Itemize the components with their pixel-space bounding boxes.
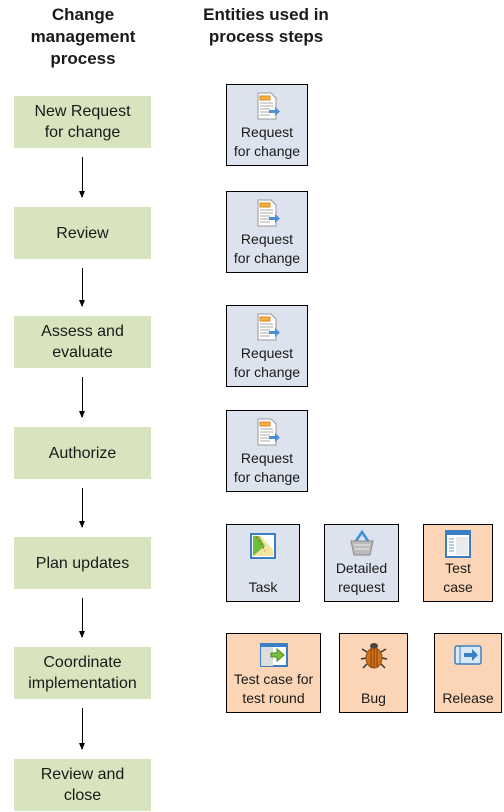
entity-label: test round bbox=[242, 690, 305, 706]
process-column-header: Change management process bbox=[0, 4, 166, 70]
process-step-label: Plan updates bbox=[36, 553, 129, 574]
test-case-for-test-round-icon bbox=[259, 640, 289, 670]
entity-box: Task bbox=[226, 524, 300, 602]
detailed-request-icon bbox=[347, 529, 377, 559]
entity-box: Detailed request bbox=[324, 524, 399, 602]
entity-label: for change bbox=[233, 469, 301, 485]
entity-label: case bbox=[443, 579, 473, 595]
flow-arrow bbox=[79, 268, 85, 307]
request-for-change-icon bbox=[252, 312, 282, 342]
label-line: Plan updates bbox=[35, 554, 130, 572]
label-line: Authorize bbox=[48, 444, 117, 462]
process-step: Assess and evaluate bbox=[14, 316, 151, 368]
entity-box: Test case for test round bbox=[226, 633, 321, 713]
flow-arrow bbox=[79, 708, 85, 750]
label-line: Review and bbox=[40, 766, 125, 783]
process-step: Review and close bbox=[14, 759, 151, 811]
entity-label: request bbox=[338, 579, 385, 595]
header-line: process steps bbox=[208, 27, 324, 46]
entity-label: Bug bbox=[361, 690, 386, 706]
process-step: New Request for change bbox=[14, 96, 151, 148]
header-line: process bbox=[50, 49, 116, 68]
entity-label: Task bbox=[248, 579, 278, 595]
label-line: close bbox=[63, 787, 102, 804]
process-step-label: New Request for change bbox=[34, 101, 130, 143]
process-step-label: Assess and evaluate bbox=[41, 321, 124, 363]
label-line: New Request bbox=[34, 103, 131, 120]
header-line: Change management bbox=[30, 5, 136, 46]
label-line: Review bbox=[56, 224, 109, 242]
header-line: Entities used in bbox=[203, 5, 329, 24]
entity-box: Test case bbox=[423, 524, 493, 602]
entity-label: Test bbox=[445, 560, 471, 576]
label-line: Coordinate bbox=[43, 654, 122, 671]
process-step-label: Review bbox=[56, 223, 108, 244]
process-step: Review bbox=[14, 207, 151, 259]
entity-label: Request bbox=[240, 450, 294, 466]
entity-label: Request bbox=[240, 345, 294, 361]
label-line: for change bbox=[44, 124, 121, 141]
entity-label: for change bbox=[233, 250, 301, 266]
entity-label: Detailed bbox=[335, 560, 388, 576]
flow-arrow bbox=[79, 488, 85, 528]
label-line: Assess and bbox=[41, 323, 124, 340]
flow-arrow bbox=[79, 157, 85, 198]
entity-box: Bug bbox=[339, 633, 408, 713]
bug-icon bbox=[359, 640, 389, 670]
request-for-change-icon bbox=[252, 417, 282, 447]
entity-box: Release bbox=[434, 633, 502, 713]
flow-arrow bbox=[79, 598, 85, 638]
entity-box: Request for change bbox=[226, 191, 308, 273]
entity-label: Request bbox=[240, 231, 294, 247]
label-line: implementation bbox=[28, 675, 137, 692]
process-step: Plan updates bbox=[14, 537, 151, 589]
process-step-label: Coordinate implementation bbox=[28, 652, 137, 694]
entity-box: Request for change bbox=[226, 305, 308, 387]
task-icon bbox=[248, 531, 278, 561]
process-step: Coordinate implementation bbox=[14, 647, 151, 699]
request-for-change-icon bbox=[252, 198, 282, 228]
process-step-label: Review and close bbox=[41, 764, 125, 806]
flow-arrow bbox=[79, 377, 85, 418]
test-case-icon bbox=[443, 529, 473, 559]
entity-box: Request for change bbox=[226, 84, 308, 166]
entity-label: Request bbox=[240, 124, 294, 140]
release-icon bbox=[453, 640, 483, 670]
label-line: evaluate bbox=[52, 344, 113, 361]
entity-label: for change bbox=[233, 364, 301, 380]
entity-box: Request for change bbox=[226, 410, 308, 492]
entities-column-header: Entities used in process steps bbox=[190, 4, 342, 48]
entity-label: Release bbox=[442, 690, 494, 706]
entity-label: Test case for bbox=[233, 671, 314, 687]
request-for-change-icon bbox=[252, 91, 282, 121]
process-step: Authorize bbox=[14, 427, 151, 479]
process-step-label: Authorize bbox=[49, 443, 117, 464]
entity-label: for change bbox=[233, 143, 301, 159]
